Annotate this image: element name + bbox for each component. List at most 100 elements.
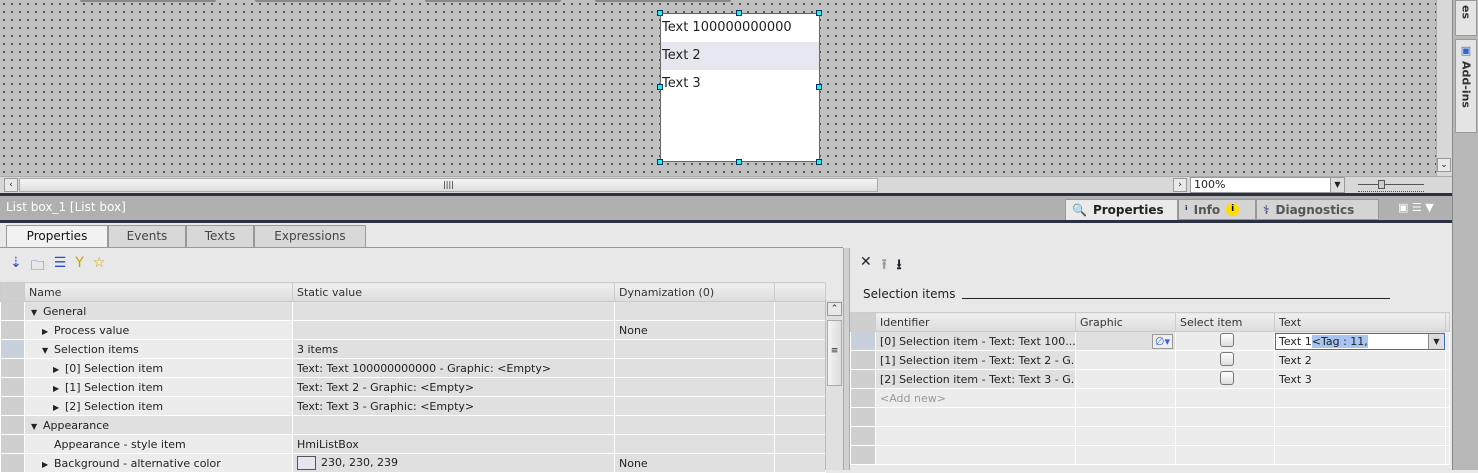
text-cell[interactable]: Text 2 — [1274, 350, 1446, 370]
property-value-cell[interactable]: Text: Text 100000000000 - Graphic: <Empt… — [292, 358, 615, 378]
move-up-icon[interactable]: ⭱ — [882, 254, 887, 278]
property-value-cell[interactable]: HmiListBox — [292, 434, 615, 454]
scroll-thumb[interactable]: ≡ — [827, 320, 842, 386]
horizontal-scrollbar[interactable]: ‹ |||| › 100% ▼ — [0, 176, 1452, 193]
property-name-cell[interactable]: ▶ [2] Selection item — [24, 396, 293, 416]
task-card-tab[interactable]: es — [1455, 0, 1477, 36]
column-header-text[interactable]: Text — [1274, 312, 1446, 332]
scroll-left-button[interactable]: ‹ — [4, 178, 18, 192]
property-value-cell[interactable]: 3 items — [292, 339, 615, 359]
list-view-icon[interactable]: ☰ — [54, 255, 67, 279]
property-row[interactable]: ▶ [2] Selection item Text: Text 3 - Graphi… — [0, 396, 826, 416]
list-box-widget[interactable]: Text 100000000000 Text 2 Text 3 — [660, 13, 820, 162]
expand-arrow-icon[interactable]: ▶ — [53, 365, 65, 374]
property-name-cell[interactable]: ▶ Process value — [24, 320, 293, 340]
dynamization-cell[interactable] — [614, 434, 775, 454]
add-new-row[interactable]: <Add new> — [850, 388, 1450, 408]
color-swatch[interactable] — [297, 456, 316, 470]
group-view-icon[interactable]: 🗀 — [31, 255, 45, 279]
task-card-tab-add-ins[interactable]: ▣ Add-ins — [1455, 39, 1477, 133]
table-row[interactable]: [2] Selection item - Text: Text 3 - G...… — [850, 369, 1450, 389]
tab-expressions[interactable]: Expressions — [254, 225, 366, 248]
expand-arrow-icon[interactable]: ▶ — [53, 403, 65, 412]
listbox-item[interactable]: Text 2 — [661, 42, 819, 70]
scroll-thumb[interactable]: |||| — [19, 178, 878, 192]
resize-handle[interactable] — [816, 159, 822, 165]
property-row[interactable]: Appearance - style item HmiListBox — [0, 434, 826, 454]
window-controls-icon[interactable]: ▣ ☰ ▼ — [1398, 201, 1434, 214]
scroll-up-button[interactable]: ⌃ — [827, 302, 842, 316]
zoom-slider-thumb[interactable] — [1378, 180, 1385, 189]
row-header[interactable] — [0, 301, 25, 321]
expand-arrow-icon[interactable]: ▶ — [53, 384, 65, 393]
select-item-cell[interactable] — [1175, 369, 1275, 389]
property-row[interactable]: ▶ [1] Selection item Text: Text 2 - Graphi… — [0, 377, 826, 397]
zoom-select[interactable]: 100% ▼ — [1190, 177, 1345, 193]
property-value-cell[interactable]: Text: Text 3 - Graphic: <Empty> — [292, 396, 615, 416]
identifier-cell[interactable]: [1] Selection item - Text: Text 2 - G... — [875, 350, 1076, 370]
filter-icon[interactable]: Y — [75, 255, 84, 279]
collapse-arrow-icon[interactable]: ▼ — [31, 308, 43, 317]
property-name-cell[interactable]: ▶ [0] Selection item — [24, 358, 293, 378]
collapse-arrow-icon[interactable]: ▼ — [31, 422, 43, 431]
property-value-cell[interactable]: Text: Text 2 - Graphic: <Empty> — [292, 377, 615, 397]
vertical-scrollbar[interactable]: ⌃ ≡ — [825, 300, 843, 470]
resize-handle[interactable] — [657, 10, 663, 16]
text-cell[interactable]: Text 1<Tag : 11, ▼ — [1274, 331, 1446, 351]
table-row[interactable]: [1] Selection item - Text: Text 2 - G...… — [850, 350, 1450, 370]
graphic-cell[interactable] — [1075, 369, 1176, 389]
property-row[interactable]: ▼ General — [0, 301, 826, 321]
row-header[interactable] — [0, 377, 25, 397]
collapse-arrow-icon[interactable]: ▼ — [42, 346, 54, 355]
property-name-cell[interactable]: ▼ Appearance — [24, 415, 293, 435]
expand-arrow-icon[interactable]: ▶ — [42, 460, 54, 469]
chevron-down-icon[interactable]: ▼ — [1330, 178, 1344, 192]
sort-az-icon[interactable]: ⇣ — [10, 255, 22, 279]
resize-handle[interactable] — [736, 159, 742, 165]
tab-texts[interactable]: Texts — [186, 225, 254, 248]
property-name-cell[interactable]: ▼ General — [24, 301, 293, 321]
property-name-cell[interactable]: ▶ [1] Selection item — [24, 377, 293, 397]
column-header-name[interactable]: Name — [24, 282, 293, 302]
tab-events[interactable]: Events — [108, 225, 186, 248]
column-header-identifier[interactable]: Identifier — [875, 312, 1076, 332]
graphic-cell[interactable]: ∅▾ — [1075, 331, 1176, 351]
select-item-checkbox[interactable] — [1220, 332, 1234, 347]
select-item-cell[interactable] — [1175, 331, 1275, 351]
select-item-cell[interactable] — [1175, 350, 1275, 370]
property-name-cell[interactable]: ▼ Selection items — [24, 339, 293, 359]
listbox-item[interactable]: Text 100000000000 — [661, 14, 819, 42]
dynamization-cell[interactable] — [614, 358, 775, 378]
column-header-dynamization[interactable]: Dynamization (0) — [614, 282, 775, 302]
dynamization-cell[interactable] — [614, 396, 775, 416]
column-header-graphic[interactable]: Graphic — [1075, 312, 1176, 332]
select-item-checkbox[interactable] — [1220, 351, 1234, 366]
property-row[interactable]: ▼ Selection items 3 items — [0, 339, 826, 359]
chevron-down-icon[interactable]: ▼ — [1428, 333, 1444, 349]
column-header-select-item[interactable]: Select item — [1175, 312, 1275, 332]
scroll-right-button[interactable]: › — [1173, 178, 1187, 192]
table-row[interactable]: [0] Selection item - Text: Text 100... ∅… — [850, 331, 1450, 351]
move-down-icon[interactable]: ⭳ — [897, 254, 902, 278]
delete-icon[interactable]: ✕ — [860, 254, 872, 278]
tab-properties[interactable]: 🔍 Properties — [1065, 199, 1178, 220]
property-row[interactable]: ▶ [0] Selection item Text: Text 1000000000… — [0, 358, 826, 378]
listbox-item[interactable]: Text 3 — [661, 70, 819, 98]
graphic-cell[interactable] — [1075, 350, 1176, 370]
row-header[interactable] — [0, 358, 25, 378]
favorites-star-icon[interactable]: ☆ — [93, 255, 106, 279]
property-value-cell[interactable] — [292, 320, 615, 340]
screen-canvas[interactable]: Text 100000000000 Text 2 Text 3 ⌄ — [0, 0, 1452, 176]
property-row[interactable]: ▼ Appearance — [0, 415, 826, 435]
dynamization-cell[interactable]: None — [614, 320, 775, 340]
add-new-cell[interactable]: <Add new> — [875, 388, 1076, 408]
zoom-slider[interactable] — [1358, 180, 1424, 192]
text-combo-input[interactable]: Text 1<Tag : 11, ▼ — [1275, 332, 1445, 350]
resize-handle[interactable] — [736, 10, 742, 16]
resize-handle[interactable] — [816, 84, 822, 90]
row-header[interactable] — [0, 320, 25, 340]
identifier-cell[interactable]: [0] Selection item - Text: Text 100... — [875, 331, 1076, 351]
resize-handle[interactable] — [657, 84, 663, 90]
tab-info[interactable]: ⁱ Info i — [1178, 199, 1256, 220]
resize-handle[interactable] — [816, 10, 822, 16]
